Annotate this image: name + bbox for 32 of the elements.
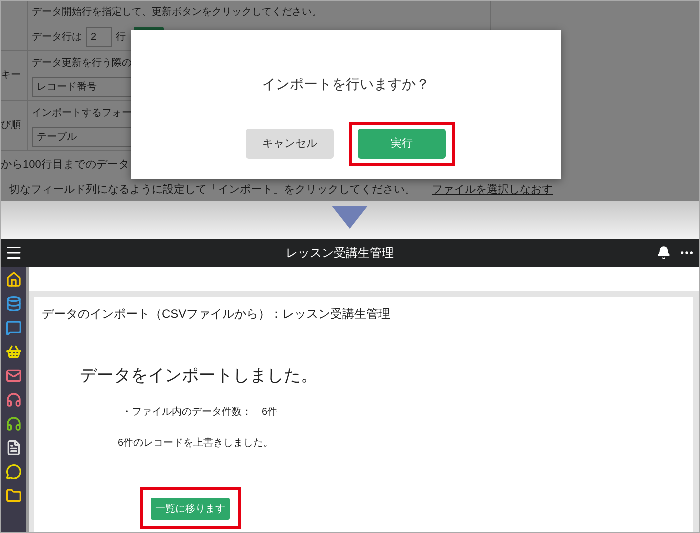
home-icon[interactable] xyxy=(6,272,22,288)
basket-icon[interactable] xyxy=(6,344,22,360)
result-title: データをインポートしました。 xyxy=(80,365,319,387)
overwrite-message: 6件のレコードを上書きしました。 xyxy=(118,436,275,450)
execute-button[interactable]: 実行 xyxy=(358,129,446,159)
bell-icon[interactable] xyxy=(657,246,671,260)
reselect-link[interactable]: ファイルを選択しなおす xyxy=(432,182,553,198)
chat-icon[interactable] xyxy=(6,320,22,336)
data-row-input[interactable]: 2 xyxy=(86,27,112,47)
instruction-text: データ開始行を指定して、更新ボタンをクリックしてください。 xyxy=(32,6,322,20)
note-text: から100行目までのデータ xyxy=(1,158,130,173)
cancel-button[interactable]: キャンセル xyxy=(246,129,334,159)
mail-icon[interactable] xyxy=(6,368,22,384)
down-arrow-icon xyxy=(332,206,368,229)
file-count-text: ・ファイル内のデータ件数： 6件 xyxy=(122,406,279,420)
database-icon[interactable] xyxy=(6,296,22,312)
document-icon[interactable] xyxy=(6,440,22,456)
note-text: 切なフィールド列になるように設定して「インポート」をクリックしてください。 xyxy=(9,182,416,198)
folder-icon[interactable] xyxy=(6,488,22,504)
row-label: び順 xyxy=(1,119,21,133)
data-row-suffix: 行 xyxy=(116,30,126,44)
speech-bubble-icon[interactable] xyxy=(6,464,22,480)
back-to-list-button[interactable]: 一覧に移ります xyxy=(151,498,230,520)
row-hint: インポートするフォー xyxy=(32,107,133,121)
data-row-label: データ行は xyxy=(32,30,82,44)
headset-icon[interactable] xyxy=(6,392,22,408)
headset-icon[interactable] xyxy=(6,416,22,432)
app-title: レッスン受講生管理 xyxy=(285,245,395,262)
dialog-message: インポートを行いますか？ xyxy=(262,75,430,94)
menu-icon[interactable] xyxy=(5,244,23,262)
row-label: キー xyxy=(1,69,21,83)
page-heading: データのインポート（CSVファイルから）：レッスン受講生管理 xyxy=(42,306,392,323)
